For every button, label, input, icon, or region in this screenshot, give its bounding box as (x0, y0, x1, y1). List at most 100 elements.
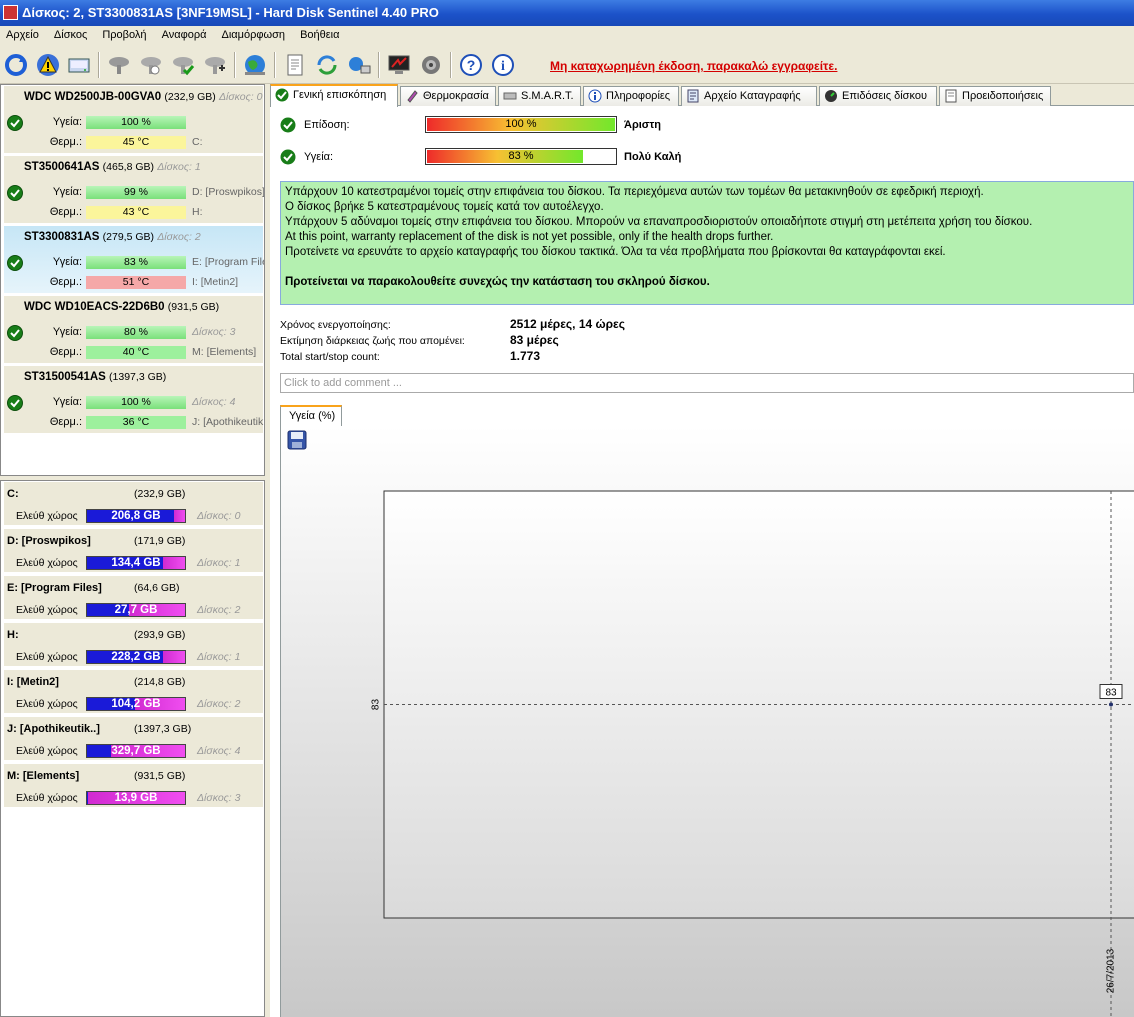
alert-icon[interactable] (35, 52, 61, 78)
ok-check-icon (280, 117, 296, 133)
short-test-icon[interactable] (170, 52, 196, 78)
help-icon[interactable]: ? (458, 52, 484, 78)
tab-temperature[interactable]: Θερμοκρασία (400, 86, 496, 106)
disk-name: ST31500541AS (24, 371, 106, 383)
extended-test-icon[interactable] (202, 52, 228, 78)
disk-entry-2-selected[interactable]: ST3300831AS (279,5 GB) Δίσκος: 2 Υγεία: … (4, 226, 264, 294)
comment-field[interactable]: Click to add comment ... (280, 373, 1134, 393)
svg-text:i: i (501, 59, 505, 74)
title-bar: Δίσκος: 2, ST3300831AS [3NF19MSL] - Hard… (0, 0, 1134, 26)
partition-list: C: (232,9 GB) Ελεύθ χώρος 206,8 GB Δίσκο… (0, 480, 265, 1017)
partition-disk: Δίσκος: 2 (197, 698, 241, 710)
monitor-icon[interactable] (386, 52, 412, 78)
partition-disk: Δίσκος: 0 (197, 510, 241, 522)
disk-number: Δίσκος: 3 (192, 326, 236, 338)
tab-alerts[interactable]: Προειδοποιήσεις (939, 86, 1051, 106)
partition-entry[interactable]: D: [Proswpikos] (171,9 GB) Ελεύθ χώρος 1… (4, 529, 263, 573)
menu-bar: Αρχείο Δίσκος Προβολή Αναφορά Διαμόρφωση… (0, 26, 1134, 46)
health-value: 83 % (508, 150, 534, 162)
ok-check-icon (280, 149, 296, 165)
menu-disk[interactable]: Δίσκος (48, 26, 93, 41)
message-line: Υπάρχουν 10 κατεστραμένοι τομείς στην επ… (285, 186, 984, 198)
performance-value: 100 % (505, 118, 537, 130)
partition-entry[interactable]: E: [Program Files] (64,6 GB) Ελεύθ χώρος… (4, 576, 263, 620)
free-space-label: Ελεύθ χώρος (16, 604, 78, 616)
health-label: Υγεία: (52, 326, 82, 338)
tab-information[interactable]: Πληροφορίες (583, 86, 679, 106)
left-pane: WDC WD2500JB-00GVA0 (232,9 GB) Δίσκος: 0… (0, 84, 266, 1017)
lifetime-label: Εκτίμηση διάρκειας ζωής που απομένει: (280, 335, 465, 347)
drive-letters: I: [Metin2] (192, 276, 239, 288)
partition-entry[interactable]: H: (293,9 GB) Ελεύθ χώρος 228,2 GB Δίσκο… (4, 623, 263, 667)
info-icon[interactable]: i (490, 52, 516, 78)
menu-configuration[interactable]: Διαμόρφωση (216, 26, 292, 41)
temp-label: Θερμ.: (49, 276, 82, 288)
power-on-value: 2512 μέρες, 14 ώρες (510, 317, 625, 331)
sync-icon[interactable] (314, 52, 340, 78)
refresh-icon[interactable] (3, 52, 29, 78)
partition-entry[interactable]: I: [Metin2] (214,8 GB) Ελεύθ χώρος 104,2… (4, 670, 263, 714)
health-bar: 100 % (86, 116, 186, 129)
drive-letters: M: [Elements] (192, 346, 257, 358)
drive-letters: C: (192, 136, 203, 148)
disk-name: WDC WD2500JB-00GVA0 (24, 91, 162, 103)
tab-overview[interactable]: Γενική επισκόπηση (270, 84, 398, 107)
partition-disk: Δίσκος: 1 (197, 557, 241, 569)
sound-icon[interactable] (418, 52, 444, 78)
report-icon[interactable] (282, 52, 308, 78)
temp-label: Θερμ.: (49, 416, 82, 428)
status-message-box: Υπάρχουν 10 κατεστραμένοι τομείς στην επ… (280, 181, 1134, 305)
performance-rating: Άριστη (624, 119, 661, 131)
tab-log[interactable]: Αρχείο Καταγραφής (681, 86, 817, 106)
tab-performance[interactable]: Επιδόσεις δίσκου (819, 86, 937, 106)
partition-name: J: [Apothikeutik..] (7, 723, 100, 735)
partition-name: I: [Metin2] (7, 676, 59, 688)
free-space-bar: 228,2 GB (86, 650, 186, 664)
tab-health-chart[interactable]: Υγεία (%) (280, 405, 342, 427)
partition-entry[interactable]: C: (232,9 GB) Ελεύθ χώρος 206,8 GB Δίσκο… (4, 482, 263, 526)
health-bar: 80 % (86, 326, 186, 339)
partition-entry[interactable]: M: [Elements] (931,5 GB) Ελεύθ χώρος 13,… (4, 764, 263, 808)
disk-test-icon[interactable] (106, 52, 132, 78)
web-icon[interactable] (242, 52, 268, 78)
disk-size: (232,9 GB) (164, 91, 216, 103)
partition-name: C: (7, 488, 19, 500)
disk-entry-0[interactable]: WDC WD2500JB-00GVA0 (232,9 GB) Δίσκος: 0… (4, 86, 263, 154)
partition-entry[interactable]: J: [Apothikeutik..] (1397,3 GB) Ελεύθ χώ… (4, 717, 263, 761)
free-space-label: Ελεύθ χώρος (16, 557, 78, 569)
temp-bar: 40 °C (86, 346, 186, 359)
free-space-bar: 27,7 GB (86, 603, 186, 617)
menu-view[interactable]: Προβολή (96, 26, 152, 41)
partition-name: M: [Elements] (7, 770, 80, 782)
menu-report[interactable]: Αναφορά (156, 26, 213, 41)
performance-label: Επίδοση: (304, 119, 350, 131)
disk-entry-3[interactable]: WDC WD10EACS-22D6B0 (931,5 GB) Υγεία: 80… (4, 296, 263, 364)
startstop-value: 1.773 (510, 349, 541, 363)
free-space-bar: 104,2 GB (86, 697, 186, 711)
point-label: 83 (1105, 688, 1117, 699)
menu-file[interactable]: Αρχείο (0, 26, 45, 41)
menu-help[interactable]: Βοήθεια (294, 26, 345, 41)
temp-label: Θερμ.: (49, 136, 82, 148)
disk-info-icon[interactable] (66, 52, 92, 78)
disk-number: Δίσκος: 1 (157, 161, 201, 173)
surface-test-icon[interactable] (138, 52, 164, 78)
performance-meter: 100 % (425, 116, 617, 133)
disk-name: ST3300831AS (24, 231, 100, 243)
health-bar: 83 % (86, 256, 186, 269)
disk-entry-1[interactable]: ST3500641AS (465,8 GB) Δίσκος: 1 Υγεία: … (4, 156, 264, 224)
ok-check-icon (7, 395, 23, 411)
temp-bar: 51 °C (86, 276, 186, 289)
disk-entry-4[interactable]: ST31500541AS (1397,3 GB) Υγεία: 100 % Δί… (4, 366, 264, 434)
tab-smart[interactable]: S.M.A.R.T. (498, 86, 581, 106)
health-meter: 83 % (425, 148, 617, 165)
network-icon[interactable] (346, 52, 372, 78)
startstop-label: Total start/stop count: (280, 351, 380, 363)
drive-letters: D: [Proswpikos] (192, 186, 264, 198)
unregistered-link[interactable]: Μη καταχωρημένη έκδοση, παρακαλώ εγγραφε… (550, 59, 837, 73)
health-chart: 83 83 26/7/2013 (371, 490, 1134, 1017)
main-pane: Γενική επισκόπηση Θερμοκρασία S.M.A.R.T.… (270, 84, 1134, 1017)
disk-number: Δίσκος: 0 (218, 91, 263, 103)
disk-icon (503, 92, 517, 100)
partition-disk: Δίσκος: 1 (197, 651, 241, 663)
